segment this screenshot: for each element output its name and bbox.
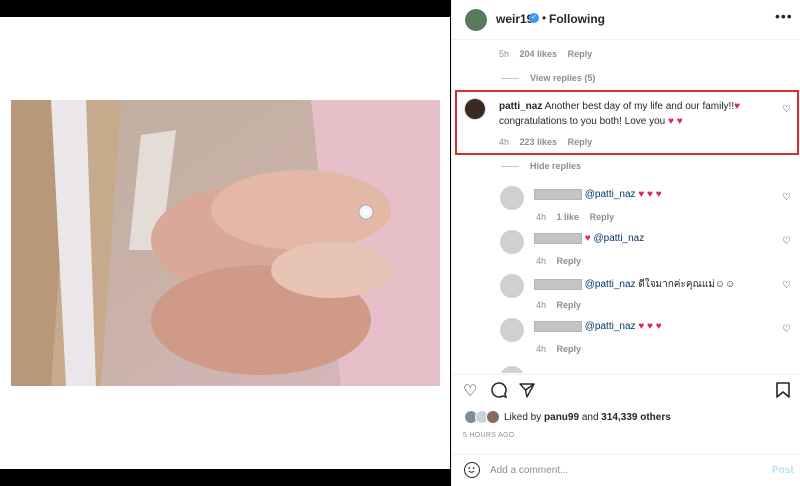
mention-link[interactable]: @patti_naz xyxy=(594,233,645,244)
avatar[interactable] xyxy=(465,9,487,31)
avatar[interactable] xyxy=(464,98,486,120)
emoji-icon[interactable] xyxy=(464,462,480,478)
reply-button[interactable]: Reply xyxy=(590,212,615,222)
divider-line xyxy=(501,166,519,167)
more-options-icon[interactable]: ••• xyxy=(775,8,793,24)
comment-time: 4h xyxy=(536,344,547,354)
comment-input[interactable]: Add a comment... xyxy=(490,465,568,476)
heart-emoji: ♥ xyxy=(734,101,741,112)
comment-likes[interactable]: 1 like xyxy=(557,212,580,222)
reply-emoji: ♥ ♥ ♥ xyxy=(638,189,662,201)
reply-button[interactable]: Reply xyxy=(568,137,593,147)
reply-emoji: ♥ ♥ ♥ xyxy=(638,321,662,333)
heart-outline-icon[interactable]: ♡ xyxy=(463,381,477,401)
reply-button[interactable]: Reply xyxy=(557,300,582,310)
reply-emoji: ♥ xyxy=(584,233,591,245)
avatar[interactable] xyxy=(500,186,524,210)
add-comment-bar: Add a comment... Post xyxy=(452,454,800,486)
reply-body: ดีใจมากค่ะคุณแม่☺☺ xyxy=(638,279,736,290)
avatar[interactable] xyxy=(500,274,524,298)
post-button[interactable]: Post xyxy=(772,465,794,476)
comment-meta: 4h Reply xyxy=(536,344,581,354)
comment-time: 4h xyxy=(499,137,510,147)
avatar[interactable] xyxy=(500,318,524,342)
comment-time: 4h xyxy=(536,212,547,222)
media-area xyxy=(0,0,450,486)
mention-link[interactable]: @patti_naz xyxy=(585,189,636,200)
comment-likes[interactable]: 223 likes xyxy=(520,137,558,147)
post-photo[interactable] xyxy=(11,100,440,386)
mention-link[interactable]: @patti_naz xyxy=(585,279,636,290)
like-comment-icon[interactable]: ♡ xyxy=(782,324,791,335)
comments-panel: weir19 ✓ • Following ••• 5h 204 likes Re… xyxy=(451,0,800,486)
comment-time: 4h xyxy=(536,256,547,266)
reply-text: @patti_naz ดีใจมากค่ะคุณแม่☺☺ xyxy=(534,277,735,292)
reply-button[interactable]: Reply xyxy=(568,49,593,59)
liked-by-prefix: Liked by xyxy=(504,412,542,423)
ring-photo-illustration xyxy=(11,100,440,386)
comment-body: Another best day of my life and our fami… xyxy=(544,101,735,112)
avatar[interactable] xyxy=(486,410,500,424)
like-comment-icon[interactable]: ♡ xyxy=(782,104,791,115)
comment-meta: 4h 223 likes Reply xyxy=(499,137,592,147)
hide-replies-button[interactable]: Hide replies xyxy=(530,161,581,171)
comment-likes[interactable]: 204 likes xyxy=(520,49,558,59)
comment-username[interactable]: patti_naz xyxy=(499,101,542,112)
liked-by-and: and xyxy=(581,412,599,423)
comment-text: patti_naz Another best day of my life an… xyxy=(499,99,779,129)
reply-text: @patti_naz ♥ ♥ ♥ xyxy=(534,189,662,200)
bookmark-icon[interactable] xyxy=(775,381,791,404)
comment-meta: 4h Reply xyxy=(536,256,581,266)
view-replies-button[interactable]: View replies (5) xyxy=(530,73,595,83)
likes-count[interactable]: 314,339 others xyxy=(601,412,671,423)
comment-time: 4h xyxy=(536,300,547,310)
like-comment-icon[interactable]: ♡ xyxy=(782,192,791,203)
avatar[interactable] xyxy=(500,230,524,254)
separator-dot: • xyxy=(542,11,547,25)
blurred-username[interactable] xyxy=(534,321,582,332)
cutoff-reply xyxy=(500,363,800,373)
paper-plane-icon[interactable] xyxy=(518,381,536,404)
likes-summary: Liked by panu99 and 314,339 others xyxy=(504,412,671,423)
comment-meta: 4h Reply xyxy=(536,300,581,310)
reply-text: @patti_naz ♥ ♥ ♥ xyxy=(534,321,662,332)
reply-button[interactable]: Reply xyxy=(557,344,582,354)
following-button[interactable]: Following xyxy=(549,12,605,26)
blurred-username[interactable] xyxy=(534,278,582,290)
post-timestamp[interactable]: 5 HOURS AGO xyxy=(463,432,515,439)
post-header: weir19 ✓ • Following ••• xyxy=(452,0,800,40)
post-username[interactable]: weir19 xyxy=(496,12,533,26)
divider-line xyxy=(501,78,519,79)
reply-text: ♥ @patti_naz xyxy=(534,233,644,244)
verified-badge-icon: ✓ xyxy=(529,13,539,23)
mention-link[interactable]: @patti_naz xyxy=(585,321,636,332)
blurred-username[interactable] xyxy=(534,189,582,200)
comment-meta: 5h 204 likes Reply xyxy=(499,49,592,59)
heart-emoji: ♥ ♥ xyxy=(668,116,683,127)
instagram-post-modal: weir19 ✓ • Following ••• 5h 204 likes Re… xyxy=(0,0,800,486)
comment-time: 5h xyxy=(499,49,510,59)
liked-by-user[interactable]: panu99 xyxy=(544,412,579,423)
comment-meta: 4h 1 like Reply xyxy=(536,212,614,222)
like-comment-icon[interactable]: ♡ xyxy=(782,236,791,247)
blurred-username[interactable] xyxy=(534,233,582,244)
action-bar: ♡ xyxy=(452,374,800,404)
like-comment-icon[interactable]: ♡ xyxy=(782,280,791,291)
comment-body-2: congratulations to you both! Love you xyxy=(499,116,666,127)
reply-button[interactable]: Reply xyxy=(557,256,582,266)
comment-icon[interactable] xyxy=(490,381,508,404)
